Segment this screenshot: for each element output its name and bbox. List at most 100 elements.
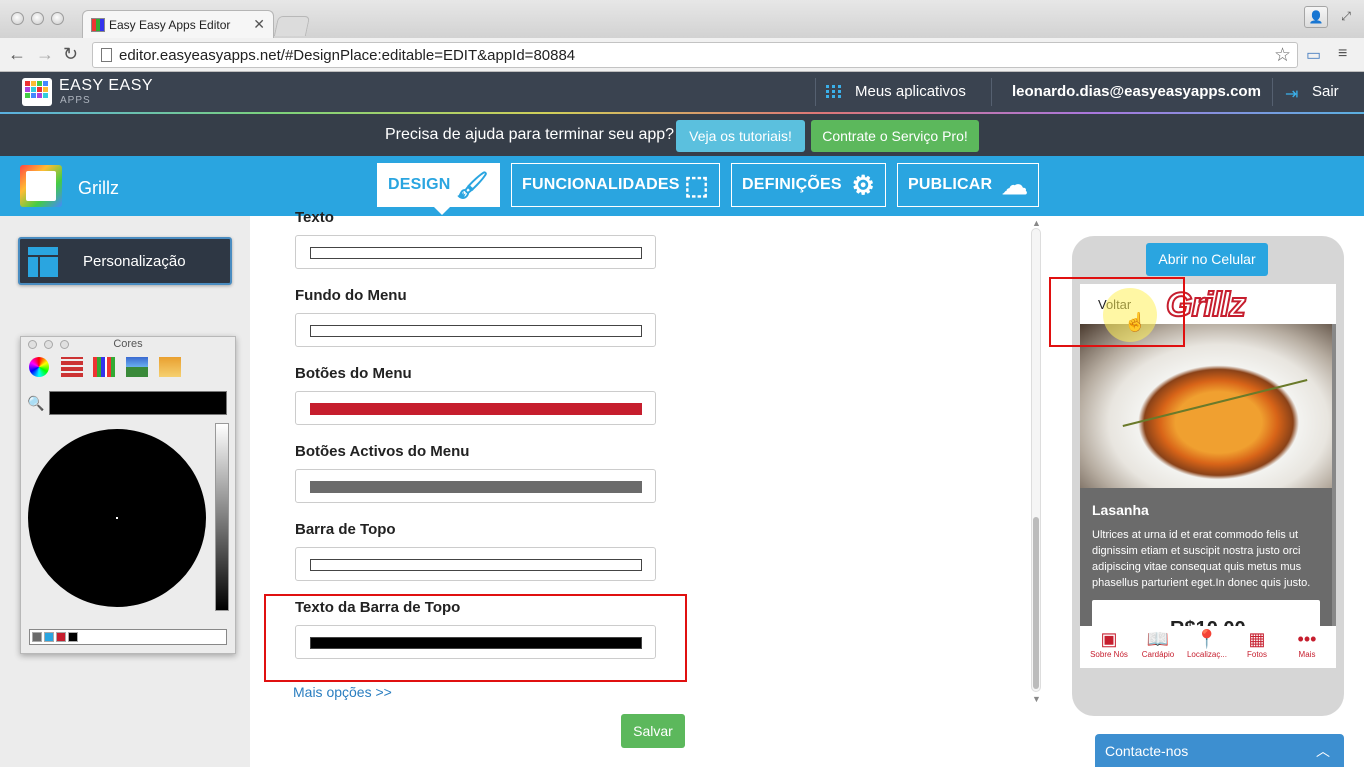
app-icon bbox=[20, 165, 62, 207]
tab-funcionalidades[interactable]: FUNCIONALIDADES ⬚ bbox=[511, 163, 720, 207]
save-button[interactable]: Salvar bbox=[621, 714, 685, 748]
more-icon: ••• bbox=[1297, 629, 1317, 649]
dish-photo bbox=[1080, 324, 1332, 488]
new-tab-button[interactable] bbox=[273, 16, 311, 36]
browser-tab-title: Easy Easy Apps Editor bbox=[109, 18, 231, 32]
brand-subtitle: APPS bbox=[60, 95, 91, 106]
layout-icon bbox=[28, 247, 58, 277]
forward-icon[interactable]: → bbox=[36, 44, 54, 65]
tab-fotos[interactable]: ▦ Fotos bbox=[1232, 626, 1282, 668]
more-options-link[interactable]: Mais opções >> bbox=[293, 684, 392, 700]
help-bar: Precisa de ajuda para terminar seu app? … bbox=[0, 114, 1364, 156]
color-field-menu-background[interactable] bbox=[295, 313, 656, 347]
menu-item-description: Ultrices at urna id et erat commodo feli… bbox=[1092, 529, 1311, 589]
cloud-upload-icon: ☁ bbox=[1001, 170, 1028, 200]
hand-cursor-icon: ☝ bbox=[1124, 312, 1147, 332]
search-icon: 🔍 bbox=[27, 395, 45, 411]
tab-sobre-nos-label: Sobre Nós bbox=[1090, 650, 1128, 659]
tab-sobre-nos[interactable]: ▣ Sobre Nós bbox=[1084, 626, 1134, 668]
tab-design-label: DESIGN bbox=[388, 176, 451, 193]
contact-label: Contacte-nos bbox=[1105, 743, 1189, 759]
field-label-active-menu-buttons: Botões Activos do Menu bbox=[295, 443, 470, 460]
fullscreen-icon[interactable]: ⤢ bbox=[1334, 6, 1358, 28]
color-field-top-bar[interactable] bbox=[295, 547, 656, 581]
tags-icon: ⬚ bbox=[684, 170, 709, 200]
color-wheel[interactable] bbox=[28, 429, 206, 607]
app-navbar: Grillz DESIGN 🖌 FUNCIONALIDADES ⬚ DEFINI… bbox=[0, 156, 1364, 216]
tab-cardapio-label: Cardápio bbox=[1141, 650, 1175, 659]
color-sliders-tool-icon[interactable] bbox=[61, 357, 83, 377]
open-sign-icon: ▣ bbox=[1100, 629, 1118, 649]
tab-localizacao[interactable]: 📍 Localizaç... bbox=[1182, 626, 1232, 668]
tab-publicar-label: PUBLICAR bbox=[908, 176, 993, 193]
close-tab-icon[interactable]: ✕ bbox=[253, 16, 265, 33]
selected-color-field[interactable] bbox=[49, 391, 227, 415]
highlight-box bbox=[264, 594, 687, 682]
brightness-slider[interactable] bbox=[215, 423, 229, 611]
field-label-menu-background: Fundo do Menu bbox=[295, 287, 407, 304]
tab-definicoes[interactable]: DEFINIÇÕES ⚙ bbox=[731, 163, 886, 207]
back-icon[interactable]: ← bbox=[8, 44, 26, 65]
color-field-active-menu-buttons[interactable] bbox=[295, 469, 656, 503]
grid-icon[interactable] bbox=[826, 85, 841, 100]
logout-link[interactable]: Sair bbox=[1312, 83, 1339, 100]
field-label-top-bar: Barra de Topo bbox=[295, 521, 396, 538]
close-window-button[interactable] bbox=[11, 12, 24, 25]
map-pin-icon: 📍 bbox=[1195, 629, 1219, 649]
url-text: editor.easyeasyapps.net/#DesignPlace:edi… bbox=[119, 47, 576, 64]
color-window-title: Cores bbox=[113, 338, 143, 350]
cast-icon[interactable]: ▭ bbox=[1306, 45, 1321, 65]
contact-widget[interactable]: Contacte-nos ︿ bbox=[1095, 734, 1344, 767]
chevron-up-icon[interactable]: ︿ bbox=[1316, 741, 1330, 761]
profile-icon[interactable]: 👤 bbox=[1304, 6, 1328, 28]
menu-item-title: Lasanha bbox=[1092, 502, 1149, 518]
tab-cardapio[interactable]: 📖 Cardápio bbox=[1133, 626, 1183, 668]
favicon-icon bbox=[91, 18, 105, 32]
pro-service-button[interactable]: Contrate o Serviço Pro! bbox=[811, 120, 979, 152]
color-wheel-tool-icon[interactable] bbox=[29, 357, 49, 377]
color-field-text[interactable] bbox=[295, 235, 656, 269]
image-palettes-tool-icon[interactable] bbox=[126, 357, 148, 377]
color-palettes-tool-icon[interactable] bbox=[93, 357, 115, 377]
app-name: Grillz bbox=[78, 178, 119, 198]
form-scrollbar[interactable] bbox=[1031, 228, 1041, 692]
tab-mais-label: Mais bbox=[1298, 650, 1316, 659]
scroll-down-arrow-icon[interactable]: ▼ bbox=[1032, 694, 1041, 704]
easyeasy-logo-icon[interactable] bbox=[22, 78, 52, 106]
book-icon: 📖 bbox=[1146, 629, 1170, 649]
scroll-up-arrow-icon[interactable]: ▲ bbox=[1032, 218, 1041, 228]
tab-definicoes-label: DEFINIÇÕES bbox=[742, 176, 842, 193]
browser-tab-strip: Easy Easy Apps Editor ✕ 👤 ⤢ bbox=[0, 0, 1364, 38]
url-field[interactable]: editor.easyeasyapps.net/#DesignPlace:edi… bbox=[92, 42, 1298, 68]
phone-scrollbar bbox=[1332, 324, 1336, 626]
browser-tab[interactable]: Easy Easy Apps Editor ✕ bbox=[82, 10, 274, 38]
header-divider bbox=[991, 78, 992, 106]
menu-icon[interactable]: ≡ bbox=[1338, 45, 1347, 63]
logout-icon[interactable]: ⇥ bbox=[1285, 84, 1298, 104]
tutorials-button[interactable]: Veja os tutoriais! bbox=[676, 120, 805, 152]
tab-publicar[interactable]: PUBLICAR ☁ bbox=[897, 163, 1039, 207]
header-divider bbox=[1272, 78, 1273, 106]
color-field-menu-buttons[interactable] bbox=[295, 391, 656, 425]
reload-icon[interactable]: ↻ bbox=[63, 44, 78, 65]
field-label-menu-buttons: Botões do Menu bbox=[295, 365, 412, 382]
scrollbar-thumb[interactable] bbox=[1033, 517, 1039, 689]
tab-mais[interactable]: ••• Mais bbox=[1282, 626, 1332, 668]
tab-design[interactable]: DESIGN 🖌 bbox=[377, 163, 500, 215]
app-header: EASY EASY APPS Meus aplicativos leonardo… bbox=[0, 72, 1364, 113]
user-email[interactable]: leonardo.dias@easyeasyapps.com bbox=[1012, 83, 1261, 100]
zoom-window-button[interactable] bbox=[51, 12, 64, 25]
my-apps-link[interactable]: Meus aplicativos bbox=[855, 83, 966, 100]
crayons-tool-icon[interactable] bbox=[159, 357, 181, 377]
brand-name: EASY EASY bbox=[59, 77, 154, 94]
personalize-button[interactable]: Personalização bbox=[18, 237, 232, 285]
help-text: Precisa de ajuda para terminar seu app? bbox=[385, 126, 675, 143]
tab-funcionalidades-label: FUNCIONALIDADES bbox=[522, 176, 680, 193]
open-on-phone-button[interactable]: Abrir no Celular bbox=[1146, 243, 1268, 276]
tab-localizacao-label: Localizaç... bbox=[1186, 650, 1228, 659]
bookmark-star-icon[interactable]: ☆ bbox=[1274, 44, 1291, 67]
minimize-window-button[interactable] bbox=[31, 12, 44, 25]
address-bar: ← → ↻ editor.easyeasyapps.net/#DesignPla… bbox=[0, 38, 1364, 72]
brush-icon: 🖌 bbox=[455, 170, 489, 200]
color-swatches[interactable] bbox=[29, 629, 227, 645]
